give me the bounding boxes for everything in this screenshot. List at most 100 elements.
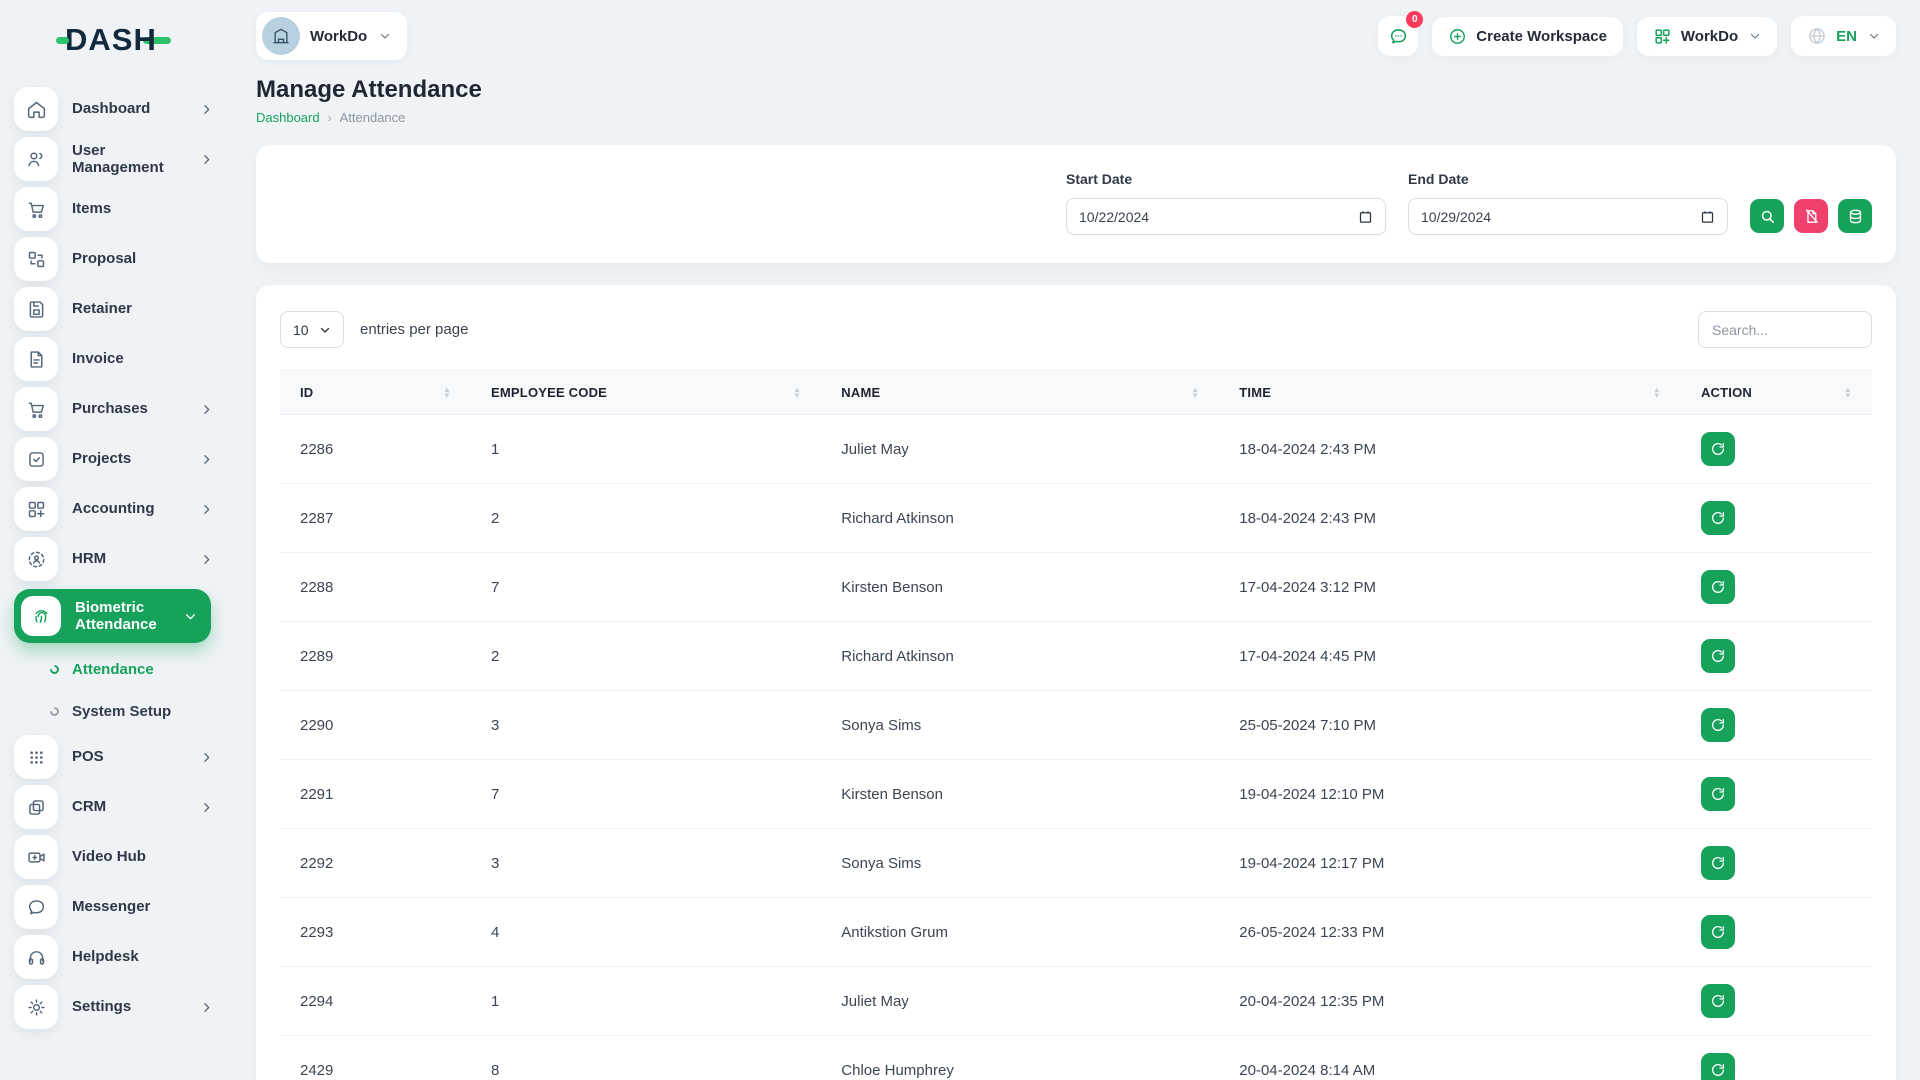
bullet-icon <box>48 663 61 676</box>
sync-row-button[interactable] <box>1701 570 1735 604</box>
messages-button[interactable]: 0 <box>1378 16 1418 56</box>
sync-row-button[interactable] <box>1701 432 1735 466</box>
start-date-input[interactable] <box>1079 209 1350 225</box>
page-title: Manage Attendance <box>256 76 1896 104</box>
home-icon <box>14 87 58 131</box>
fingerprint-icon <box>21 596 61 636</box>
refresh-icon <box>1710 510 1726 526</box>
sidebar-item-label: Invoice <box>72 350 213 367</box>
table-row: 22934Antikstion Grum26-05-2024 12:33 PM <box>280 898 1872 967</box>
sidebar-item-user-management[interactable]: User Management <box>14 137 213 181</box>
sync-row-button[interactable] <box>1701 915 1735 949</box>
cart-icon <box>14 387 58 431</box>
sidebar-item-helpdesk[interactable]: Helpdesk <box>14 935 213 979</box>
start-date-field: Start Date <box>1066 171 1386 235</box>
breadcrumb-separator: › <box>328 111 332 125</box>
logo-text: DASH <box>65 22 157 58</box>
sync-row-button[interactable] <box>1701 639 1735 673</box>
refresh-icon <box>1710 579 1726 595</box>
check-square-icon <box>14 437 58 481</box>
sidebar-item-dashboard[interactable]: Dashboard <box>14 87 213 131</box>
entries-label: entries per page <box>360 321 468 338</box>
sync-row-button[interactable] <box>1701 984 1735 1018</box>
chat-bubble-icon <box>14 885 58 929</box>
chevron-right-icon <box>200 751 213 764</box>
column-header-employee-code[interactable]: EMPLOYEE CODE▲▼ <box>471 371 821 415</box>
filter-card: Start Date End Date <box>256 145 1896 263</box>
search-input[interactable] <box>1698 311 1872 348</box>
workspace-menu-label: WorkDo <box>1681 28 1738 45</box>
language-label: EN <box>1836 28 1857 45</box>
search-icon <box>1759 208 1776 225</box>
attendance-table: ID▲▼ EMPLOYEE CODE▲▼ NAME▲▼ TIME▲▼ ACTIO… <box>280 370 1872 1080</box>
export-button[interactable] <box>1838 199 1872 233</box>
chevron-right-icon <box>200 801 213 814</box>
sidebar-item-accounting[interactable]: Accounting <box>14 487 213 531</box>
calendar-icon[interactable] <box>1358 209 1373 224</box>
sidebar-item-items[interactable]: Items <box>14 187 213 231</box>
sidebar-item-video-hub[interactable]: Video Hub <box>14 835 213 879</box>
sync-row-button[interactable] <box>1701 708 1735 742</box>
sidebar-subitem-attendance[interactable]: Attendance <box>0 649 213 689</box>
breadcrumb-dashboard-link[interactable]: Dashboard <box>256 110 320 125</box>
refresh-icon <box>1710 648 1726 664</box>
sidebar-item-crm[interactable]: CRM <box>14 785 213 829</box>
sidebar-item-label: Projects <box>72 450 186 467</box>
topbar: WorkDo 0 Create Workspace WorkDo <box>256 0 1896 62</box>
gear-icon <box>14 985 58 1029</box>
chevron-right-icon <box>200 553 213 566</box>
sidebar-item-label: Settings <box>72 998 186 1015</box>
sidebar-item-label: User Management <box>72 142 186 177</box>
sync-row-button[interactable] <box>1701 1053 1735 1080</box>
workspace-menu-button[interactable]: WorkDo <box>1637 17 1777 56</box>
sidebar-item-proposal[interactable]: Proposal <box>14 237 213 281</box>
bullet-icon <box>48 705 61 718</box>
sidebar-item-biometric-attendance[interactable]: Biometric Attendance <box>14 589 211 643</box>
column-header-name[interactable]: NAME▲▼ <box>821 371 1219 415</box>
grid-plus-icon <box>14 487 58 531</box>
sidebar-subitem-system-setup[interactable]: System Setup <box>0 691 213 731</box>
column-header-time[interactable]: TIME▲▼ <box>1219 371 1681 415</box>
hrm-person-icon <box>14 537 58 581</box>
sort-icon: ▲▼ <box>443 387 451 399</box>
save-icon <box>14 287 58 331</box>
sidebar-item-hrm[interactable]: HRM <box>14 537 213 581</box>
language-selector[interactable]: EN <box>1791 16 1896 56</box>
sidebar-item-label: Proposal <box>72 250 213 267</box>
table-row: 24298Chloe Humphrey20-04-2024 8:14 AM <box>280 1036 1872 1080</box>
column-header-id[interactable]: ID▲▼ <box>280 371 471 415</box>
create-workspace-button[interactable]: Create Workspace <box>1432 17 1623 56</box>
sync-row-button[interactable] <box>1701 846 1735 880</box>
chevron-right-icon <box>200 403 213 416</box>
sidebar-item-label: Messenger <box>72 898 213 915</box>
sidebar-item-invoice[interactable]: Invoice <box>14 337 213 381</box>
brand-logo[interactable]: DASH <box>0 18 225 62</box>
sidebar-item-retainer[interactable]: Retainer <box>14 287 213 331</box>
sidebar-item-label: POS <box>72 748 186 765</box>
sidebar-item-pos[interactable]: POS <box>14 735 213 779</box>
apply-filter-button[interactable] <box>1750 199 1784 233</box>
end-date-input[interactable] <box>1421 209 1692 225</box>
chevron-right-icon <box>200 453 213 466</box>
sync-row-button[interactable] <box>1701 777 1735 811</box>
logo-accent-left <box>56 37 69 44</box>
chevron-right-icon <box>200 153 213 166</box>
workspace-switcher[interactable]: WorkDo <box>256 12 407 60</box>
sidebar-item-purchases[interactable]: Purchases <box>14 387 213 431</box>
table-row: 22861Juliet May18-04-2024 2:43 PM <box>280 415 1872 484</box>
column-header-action[interactable]: ACTION▲▼ <box>1681 371 1872 415</box>
sidebar-item-messenger[interactable]: Messenger <box>14 885 213 929</box>
sidebar-item-label: Video Hub <box>72 848 213 865</box>
plus-circle-icon <box>1448 27 1467 46</box>
calendar-icon[interactable] <box>1700 209 1715 224</box>
sync-row-button[interactable] <box>1701 501 1735 535</box>
chevron-down-icon <box>1749 30 1761 42</box>
sidebar-subitem-label: Attendance <box>72 661 154 678</box>
sidebar-item-projects[interactable]: Projects <box>14 437 213 481</box>
refresh-icon <box>1710 855 1726 871</box>
clear-filter-button[interactable] <box>1794 199 1828 233</box>
chat-icon <box>1388 26 1409 47</box>
refresh-icon <box>1710 786 1726 802</box>
entries-per-page-select[interactable]: 10 <box>280 311 344 348</box>
sidebar-item-settings[interactable]: Settings <box>14 985 213 1029</box>
